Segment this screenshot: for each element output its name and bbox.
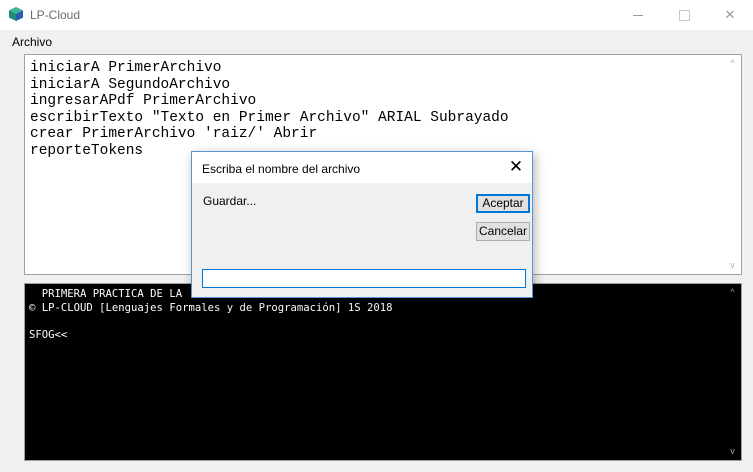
close-icon: ✕: [724, 7, 736, 22]
app-logo-icon: [9, 7, 23, 21]
scroll-up-icon[interactable]: ^: [724, 55, 741, 72]
accept-button[interactable]: Aceptar: [476, 194, 530, 213]
dialog-title-bar: Escriba el nombre del archivo ✕: [192, 152, 532, 183]
cancel-button[interactable]: Cancelar: [476, 222, 530, 241]
scroll-down-icon[interactable]: v: [724, 257, 741, 274]
minimize-icon: [633, 15, 643, 16]
save-file-dialog: Escriba el nombre del archivo ✕ Guardar.…: [191, 151, 533, 298]
editor-text[interactable]: iniciarA PrimerArchivo iniciarA SegundoA…: [30, 60, 509, 159]
maximize-icon: [679, 10, 690, 21]
title-bar: LP-Cloud ✕: [0, 0, 753, 30]
dialog-close-icon[interactable]: ✕: [502, 156, 530, 178]
menu-item-archivo[interactable]: Archivo: [12, 35, 52, 49]
dialog-prompt: Guardar...: [203, 194, 257, 208]
window-title: LP-Cloud: [30, 8, 81, 22]
editor-scrollbar[interactable]: ^ v: [724, 55, 741, 274]
menu-bar: Archivo: [0, 30, 753, 52]
console-scroll-up-icon[interactable]: ^: [724, 284, 741, 301]
console-scroll-down-icon[interactable]: v: [724, 443, 741, 460]
filename-input[interactable]: [202, 269, 526, 288]
console-scrollbar[interactable]: ^ v: [724, 284, 741, 460]
minimize-button[interactable]: [615, 0, 661, 30]
maximize-button[interactable]: [661, 0, 707, 30]
close-button[interactable]: ✕: [707, 0, 753, 30]
dialog-title: Escriba el nombre del archivo: [202, 162, 361, 176]
console-output[interactable]: PRIMERA PRACTICA DE LA © LP-CLOUD [Lengu…: [24, 283, 742, 461]
